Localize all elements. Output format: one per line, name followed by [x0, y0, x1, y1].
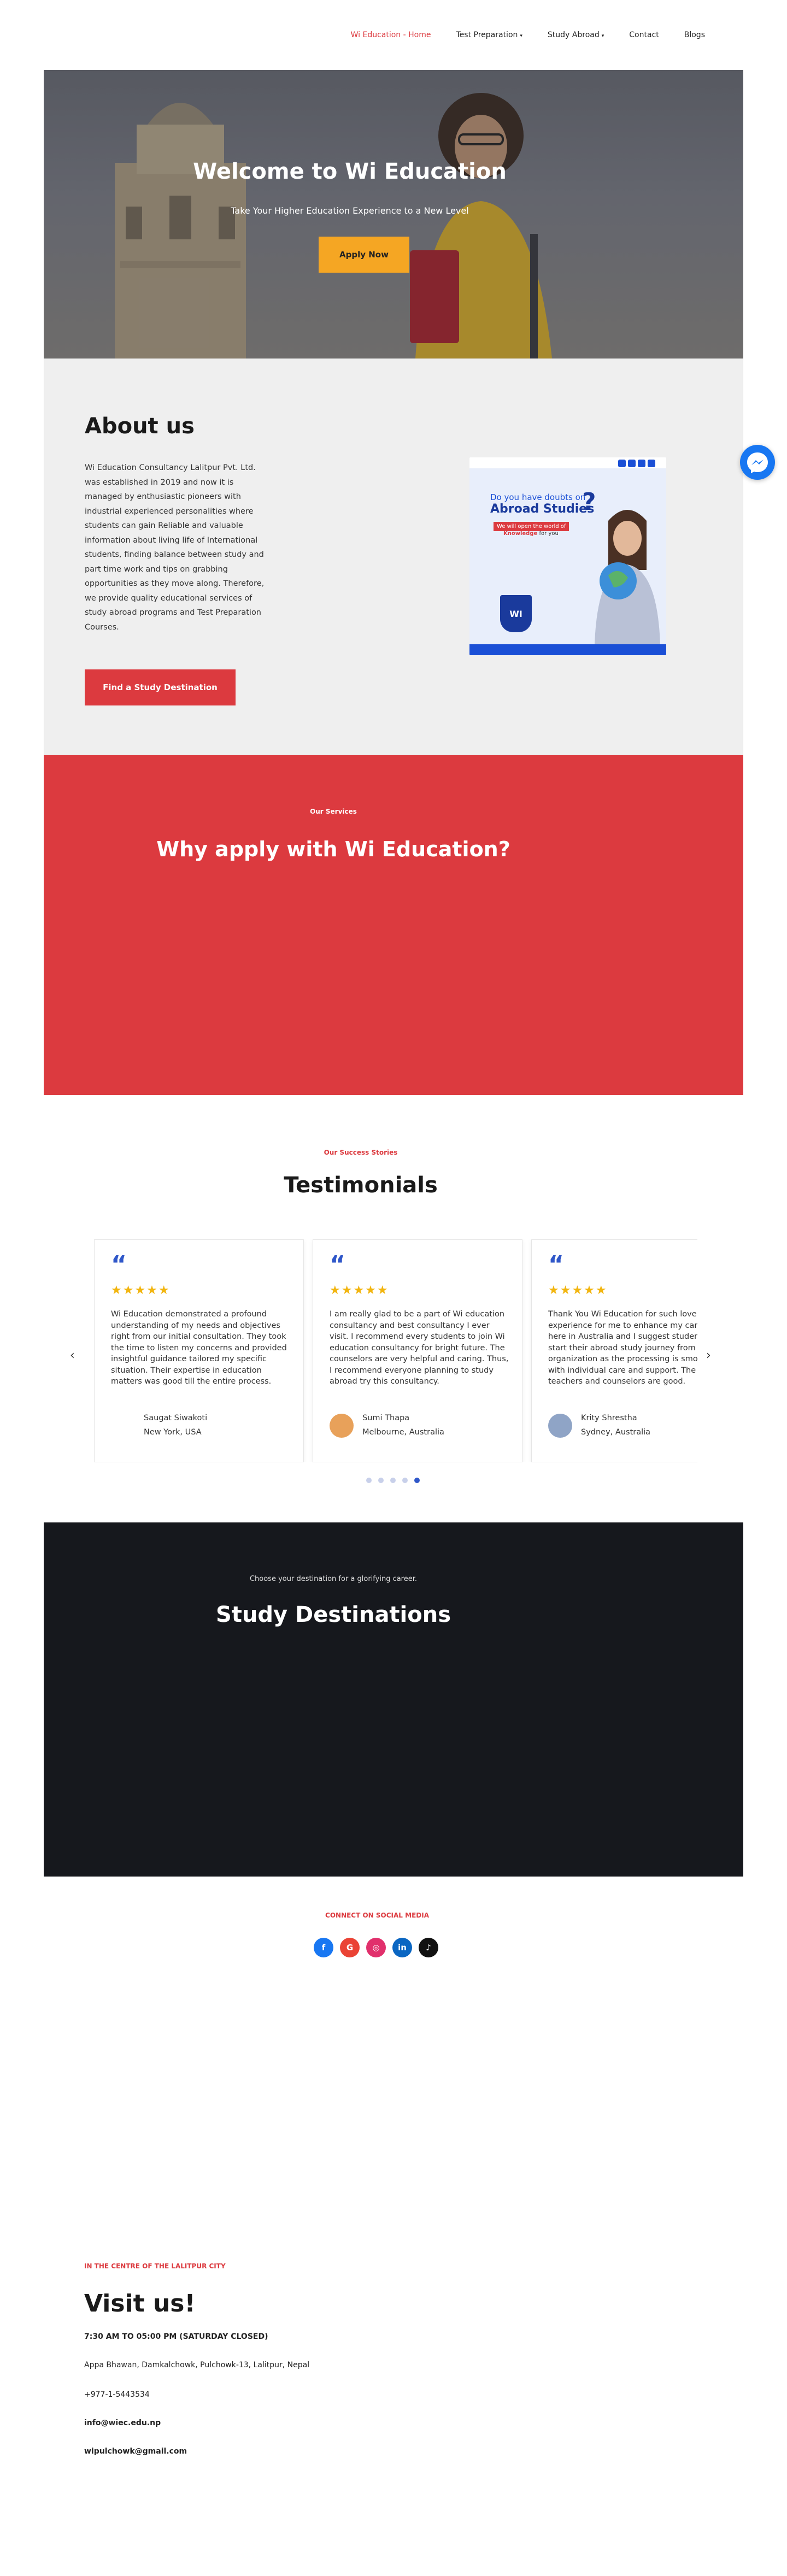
testimonial-location: Sydney, Australia	[581, 1428, 651, 1437]
promo-icon	[638, 460, 645, 467]
nav-item-label: Wi Education - Home	[350, 31, 431, 39]
destinations-title: Study Destinations	[215, 1602, 451, 1627]
nav-item-4[interactable]: Blogs	[684, 31, 705, 39]
apply-now-button[interactable]: Apply Now	[319, 237, 409, 273]
messenger-chat-button[interactable]	[740, 445, 775, 480]
testimonial-text: Thank You Wi Education for such lovely e…	[548, 1310, 697, 1386]
nav-item-2[interactable]: Study Abroad ▾	[548, 31, 604, 39]
promo-tag-2: Knowledge for you	[503, 531, 559, 537]
avatar	[548, 1414, 572, 1438]
testimonial-location: Melbourne, Australia	[362, 1428, 444, 1437]
services-section: Our Services Why apply with Wi Education…	[44, 755, 743, 1095]
testimonial-card: “ ★★★★★ Wi Education demonstrated a profou…	[94, 1239, 304, 1462]
tiktok-icon[interactable]: ♪	[419, 1938, 438, 1957]
promo-icon	[618, 460, 626, 467]
testimonial-name: Sumi Thapa	[362, 1414, 410, 1422]
email-link-info[interactable]: info@wiec.edu.np	[84, 2419, 161, 2427]
promo-tag: We will open the world of	[494, 522, 569, 531]
find-destination-button[interactable]: Find a Study Destination	[85, 669, 236, 705]
services-title: Why apply with Wi Education?	[156, 837, 510, 861]
visit-title: Visit us!	[84, 2290, 196, 2318]
carousel-dot[interactable]	[402, 1478, 408, 1483]
testimonial-text: I am really glad to be a part of Wi educ…	[330, 1310, 509, 1386]
promo-icon	[648, 460, 655, 467]
promo-line-1: Do you have doubts on	[490, 492, 586, 502]
hero-section: Welcome to Wi Education Take Your Higher…	[44, 70, 743, 358]
carousel-dot[interactable]	[366, 1478, 372, 1483]
nav-links: Wi Education - Home Test Preparation ▾ Stud…	[351, 31, 705, 39]
about-text: Wi Education Consultancy Lalitpur Pvt. L…	[85, 463, 265, 632]
avatar	[330, 1414, 354, 1438]
top-nav: Wi Education - Home Test Preparation ▾ Stud…	[0, 0, 787, 70]
office-hours: 7:30 AM TO 05:00 PM (SATURDAY CLOSED)	[84, 2332, 268, 2341]
testimonial-location: New York, USA	[144, 1428, 202, 1437]
star-rating-icon: ★★★★★	[548, 1284, 608, 1297]
quote-icon: “	[548, 1251, 564, 1279]
promo-icon	[628, 460, 636, 467]
promo-social-icons	[618, 460, 655, 467]
quote-icon: “	[111, 1251, 127, 1279]
promo-logo: WI	[500, 595, 532, 632]
facebook-icon[interactable]: f	[314, 1938, 333, 1957]
hero-title: Welcome to Wi Education	[193, 159, 507, 184]
destinations-eyebrow: Choose your destination for a glorifying…	[249, 1575, 418, 1583]
testimonials-carousel: “ ★★★★★ Wi Education demonstrated a profou…	[94, 1239, 697, 1462]
about-title: About us	[85, 414, 195, 439]
social-icons: f G ◎ in ♪	[314, 1938, 438, 1957]
nav-item-label: Study Abroad	[547, 31, 600, 39]
testimonial-name: Krity Shrestha	[581, 1414, 637, 1422]
destinations-section: Choose your destination for a glorifying…	[44, 1522, 743, 1877]
promo-person-image	[595, 510, 660, 644]
email-link-gmail[interactable]: wipulchowk@gmail.com	[84, 2447, 187, 2456]
google-icon[interactable]: G	[340, 1938, 360, 1957]
star-rating-icon: ★★★★★	[111, 1284, 171, 1297]
chevron-down-icon: ▾	[601, 33, 604, 39]
about-promo-image: Do you have doubts on Abroad Studies ? W…	[469, 457, 666, 655]
nav-item-label: Blogs	[684, 31, 705, 39]
carousel-next-arrow-icon[interactable]: ›	[706, 1349, 711, 1362]
promo-line-2: Abroad Studies	[490, 502, 595, 516]
promo-top-bar	[469, 457, 666, 468]
nav-item-1[interactable]: Test Preparation ▾	[456, 31, 522, 39]
messenger-icon	[747, 452, 768, 473]
quote-icon: “	[330, 1251, 345, 1279]
nav-item-0[interactable]: Wi Education - Home	[351, 31, 431, 39]
testimonials-title: Testimonials	[284, 1173, 438, 1198]
testimonial-text: Wi Education demonstrated a profound und…	[111, 1310, 287, 1386]
carousel-dot[interactable]	[378, 1478, 384, 1483]
carousel-prev-arrow-icon[interactable]: ‹	[70, 1349, 75, 1362]
carousel-dot[interactable]	[414, 1478, 420, 1483]
testimonial-card: “ ★★★★★ Thank You Wi Education for such lo…	[531, 1239, 697, 1462]
office-address: Appa Bhawan, Damkalchowk, Pulchowk-13, L…	[84, 2361, 310, 2369]
linkedin-icon[interactable]: in	[392, 1938, 412, 1957]
about-section: About us Wi Education Consultancy Lalitp…	[44, 358, 743, 755]
social-eyebrow: CONNECT ON SOCIAL MEDIA	[325, 1912, 429, 1919]
promo-bottom-bar	[469, 644, 666, 655]
testimonial-name: Saugat Siwakoti	[144, 1414, 208, 1422]
services-eyebrow: Our Services	[310, 808, 357, 815]
carousel-dots	[366, 1478, 420, 1483]
nav-item-label: Contact	[629, 31, 659, 39]
visit-eyebrow: IN THE CENTRE OF THE LALITPUR CITY	[84, 2262, 226, 2270]
nav-item-label: Test Preparation	[456, 31, 518, 39]
star-rating-icon: ★★★★★	[330, 1284, 389, 1297]
nav-item-3[interactable]: Contact	[629, 31, 659, 39]
testimonial-card: “ ★★★★★ I am really glad to be a part of W…	[313, 1239, 522, 1462]
instagram-icon[interactable]: ◎	[366, 1938, 386, 1957]
carousel-dot[interactable]	[390, 1478, 396, 1483]
testimonials-eyebrow: Our Success Stories	[324, 1149, 398, 1156]
chevron-down-icon: ▾	[520, 33, 522, 39]
phone-link[interactable]: +977-1-5443534	[84, 2390, 150, 2399]
promo-tag-rest: for you	[537, 531, 559, 537]
promo-tag-highlight: Knowledge	[503, 531, 538, 537]
hero-subtitle: Take Your Higher Education Experience to…	[231, 205, 469, 216]
